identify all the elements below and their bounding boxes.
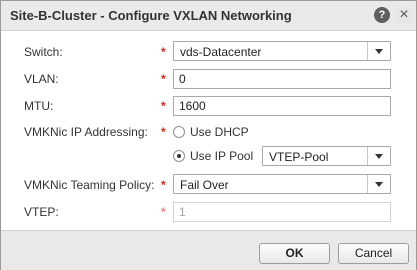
- use-ip-pool-label[interactable]: Use IP Pool: [190, 149, 253, 163]
- switch-required-marker: *: [161, 45, 166, 59]
- dialog-title-bar: Site-B-Cluster - Configure VXLAN Network…: [1, 1, 416, 31]
- switch-label: Switch:: [24, 45, 63, 59]
- teaming-dropdown-arrow-icon[interactable]: [367, 175, 390, 193]
- vtep-input: [173, 202, 391, 222]
- teaming-policy-label: VMKNic Teaming Policy:: [24, 178, 155, 192]
- switch-dropdown-arrow-icon[interactable]: [367, 42, 390, 60]
- teaming-required-marker: *: [161, 178, 166, 192]
- vlan-label: VLAN:: [24, 72, 59, 86]
- ip-pool-select-value: VTEP-Pool: [269, 150, 329, 164]
- teaming-policy-select-value: Fail Over: [180, 178, 229, 192]
- teaming-policy-select[interactable]: Fail Over: [173, 174, 391, 194]
- mtu-label: MTU:: [24, 99, 54, 113]
- mtu-required-marker: *: [161, 99, 166, 113]
- close-icon[interactable]: ×: [396, 7, 412, 23]
- vmknic-ip-addressing-label: VMKNic IP Addressing:: [24, 125, 148, 139]
- ip-pool-dropdown-arrow-icon[interactable]: [367, 147, 390, 165]
- use-dhcp-radio[interactable]: [173, 126, 185, 138]
- vtep-label: VTEP:: [24, 205, 59, 219]
- configure-vxlan-dialog: Site-B-Cluster - Configure VXLAN Network…: [0, 0, 417, 270]
- vlan-required-marker: *: [161, 72, 166, 86]
- switch-select[interactable]: vds-Datacenter: [173, 41, 391, 61]
- dialog-title: Site-B-Cluster - Configure VXLAN Network…: [10, 8, 292, 23]
- use-ip-pool-radio[interactable]: [173, 150, 185, 162]
- switch-select-value: vds-Datacenter: [180, 45, 262, 59]
- ip-pool-select[interactable]: VTEP-Pool: [262, 146, 391, 166]
- cancel-button[interactable]: Cancel: [338, 243, 409, 264]
- vtep-required-marker: *: [161, 205, 166, 219]
- ok-button[interactable]: OK: [259, 243, 330, 264]
- vmknic-ip-required-marker: *: [161, 125, 166, 139]
- use-dhcp-label[interactable]: Use DHCP: [190, 125, 249, 139]
- vlan-input[interactable]: [173, 69, 391, 89]
- help-icon[interactable]: ?: [374, 7, 390, 23]
- mtu-input[interactable]: [173, 96, 391, 116]
- dialog-footer: OK Cancel: [1, 230, 416, 270]
